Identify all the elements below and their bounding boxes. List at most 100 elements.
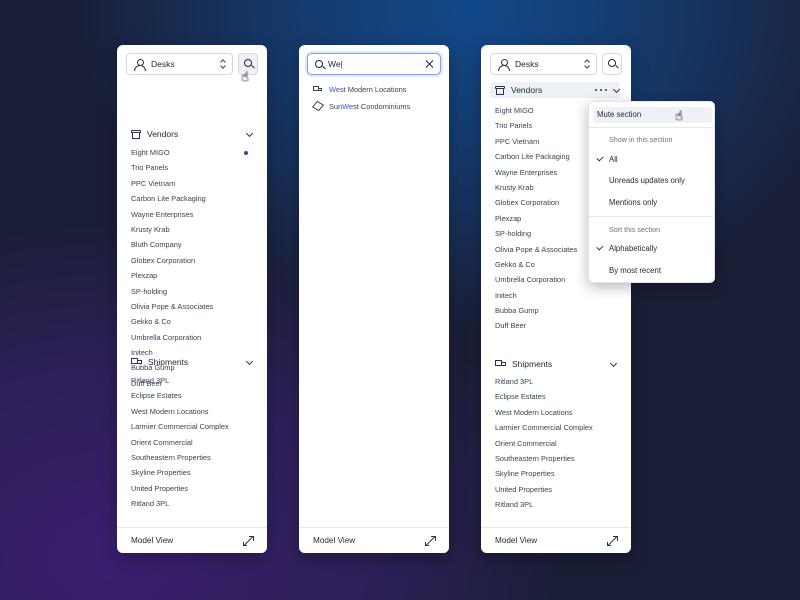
sidebar-panel-search: West Modern Locations Sun West Condomini… [299, 45, 449, 553]
list-item-label: Gekko & Co [131, 317, 171, 327]
vendors-section-header[interactable]: Vendors [131, 127, 253, 141]
search-result-prefix: Sun [329, 101, 343, 111]
list-item-label: Skyline Properties [495, 469, 555, 479]
list-item[interactable]: SP-holding [131, 284, 255, 299]
store-icon [131, 129, 141, 139]
list-item[interactable]: Plexzap [131, 268, 255, 283]
list-item-label: Carbon Lite Packaging [131, 194, 206, 204]
list-item[interactable]: Umbrella Corporation [131, 330, 255, 345]
list-item[interactable]: Larmier Commercial Complex [495, 420, 619, 435]
list-item[interactable]: Gekko & Co [131, 314, 255, 329]
menu-item-sort-alphabetically[interactable]: Alphabetically [593, 241, 712, 257]
list-item-label: PPC Vietnam [131, 178, 176, 188]
list-item-label: Skyline Properties [131, 468, 191, 478]
list-item[interactable]: Southeastern Properties [131, 450, 255, 465]
chevron-down-icon[interactable] [612, 86, 620, 94]
desk-select[interactable]: Desks [490, 53, 597, 75]
list-item[interactable]: Skyline Properties [495, 466, 619, 481]
list-item[interactable]: Eclipse Estates [131, 388, 255, 403]
search-result-match: We [342, 101, 354, 111]
list-item[interactable]: Wayne Enterprises [131, 207, 255, 222]
list-item[interactable]: Ritland 3PL [131, 373, 255, 388]
menu-item-label: All [609, 155, 618, 164]
list-item[interactable]: Ritland 3PL [495, 374, 619, 389]
store-icon [495, 85, 505, 95]
list-item[interactable]: Southeastern Properties [495, 451, 619, 466]
menu-item-show-all[interactable]: All [593, 152, 712, 168]
list-item-label: Umbrella Corporation [131, 332, 202, 342]
shipments-section-header[interactable]: Shipments [131, 355, 253, 369]
list-item[interactable]: Krusty Krab [131, 222, 255, 237]
menu-item-label: Alphabetically [609, 244, 658, 253]
search-result-match: We [329, 84, 340, 94]
list-item-label: Eight MIGO [131, 148, 170, 157]
search-field[interactable] [307, 53, 441, 75]
list-item[interactable]: Olivia Pope & Associates [131, 299, 255, 314]
list-item[interactable]: West Modern Locations [495, 405, 619, 420]
list-item[interactable]: United Properties [131, 481, 255, 496]
search-input[interactable] [328, 57, 420, 71]
shipments-section-header[interactable]: Shipments [495, 357, 617, 371]
chevron-down-icon[interactable] [609, 360, 617, 368]
list-item[interactable]: Carbon Lite Packaging [131, 191, 255, 206]
list-item[interactable]: Bluth Company [131, 237, 255, 252]
model-view-footer[interactable]: Model View [481, 527, 631, 553]
expand-icon[interactable] [607, 535, 618, 546]
list-item[interactable]: United Properties [495, 482, 619, 497]
list-item-label: Plexzap [495, 213, 522, 223]
list-item[interactable]: PPC Vietnam [131, 176, 255, 191]
shipments-list: Ritland 3PL Eclipse Estates West Modern Lo… [495, 374, 619, 513]
list-item[interactable]: Globex Corporation [131, 253, 255, 268]
model-view-label: Model View [495, 536, 538, 545]
list-item[interactable]: Initech [495, 288, 619, 303]
shipments-section-title: Shipments [512, 359, 553, 369]
list-item-label: Orient Commercial [131, 437, 193, 447]
menu-item-show-unreads[interactable]: Unreads updates only [593, 173, 712, 189]
search-result[interactable]: We st Modern Locations [313, 82, 437, 96]
vendors-section-header[interactable]: Vendors [490, 82, 620, 98]
list-item-label: Larmier Commercial Complex [131, 422, 229, 432]
list-item[interactable]: West Modern Locations [131, 404, 255, 419]
list-item-label: SP-holding [495, 229, 532, 239]
list-item-label: United Properties [495, 484, 553, 494]
expand-icon[interactable] [425, 535, 436, 546]
list-item[interactable]: Duff Beer [495, 318, 619, 333]
chevron-down-icon[interactable] [245, 130, 253, 138]
more-options-icon[interactable] [594, 85, 608, 95]
list-item[interactable]: Skyline Properties [131, 465, 255, 480]
list-item-label: Trio Panels [131, 163, 169, 173]
list-item[interactable]: Eclipse Estates [495, 389, 619, 404]
list-item[interactable]: Eight MIGO [131, 145, 255, 160]
model-view-footer[interactable]: Model View [117, 527, 267, 553]
hand-cursor-icon [675, 109, 687, 125]
list-item[interactable]: Larmier Commercial Complex [131, 419, 255, 434]
list-item[interactable]: Bubba Gump [495, 303, 619, 318]
search-result[interactable]: Sun We st Condominiums [313, 99, 437, 113]
user-icon [134, 58, 146, 71]
model-view-label: Model View [313, 536, 356, 545]
list-item-label: Krusty Krab [131, 224, 170, 234]
desk-select-label: Desks [151, 59, 175, 69]
list-item[interactable]: Trio Panels [131, 160, 255, 175]
menu-item-show-mentions[interactable]: Mentions only [593, 195, 712, 211]
check-icon [596, 243, 604, 251]
list-item[interactable]: Ritland 3PL [495, 497, 619, 512]
menu-item-mute-section[interactable]: Mute section [593, 107, 712, 123]
list-item[interactable]: Orient Commercial [131, 435, 255, 450]
list-item[interactable]: Orient Commercial [495, 436, 619, 451]
model-view-footer[interactable]: Model View [299, 527, 449, 553]
menu-item-sort-recent[interactable]: By most recent [593, 263, 712, 279]
close-icon[interactable] [425, 60, 433, 68]
model-view-label: Model View [131, 536, 174, 545]
search-button[interactable] [602, 53, 622, 75]
expand-icon[interactable] [243, 535, 254, 546]
desk-select-label: Desks [515, 59, 539, 69]
list-item-label: Initech [495, 290, 517, 300]
list-item[interactable]: Ritland 3PL [131, 496, 255, 511]
desk-select[interactable]: Desks [126, 53, 233, 75]
menu-divider [589, 216, 714, 217]
user-icon [498, 58, 510, 71]
list-item-label: Southeastern Properties [495, 453, 575, 463]
chevron-down-icon[interactable] [245, 358, 253, 366]
hand-cursor-icon [241, 70, 253, 86]
